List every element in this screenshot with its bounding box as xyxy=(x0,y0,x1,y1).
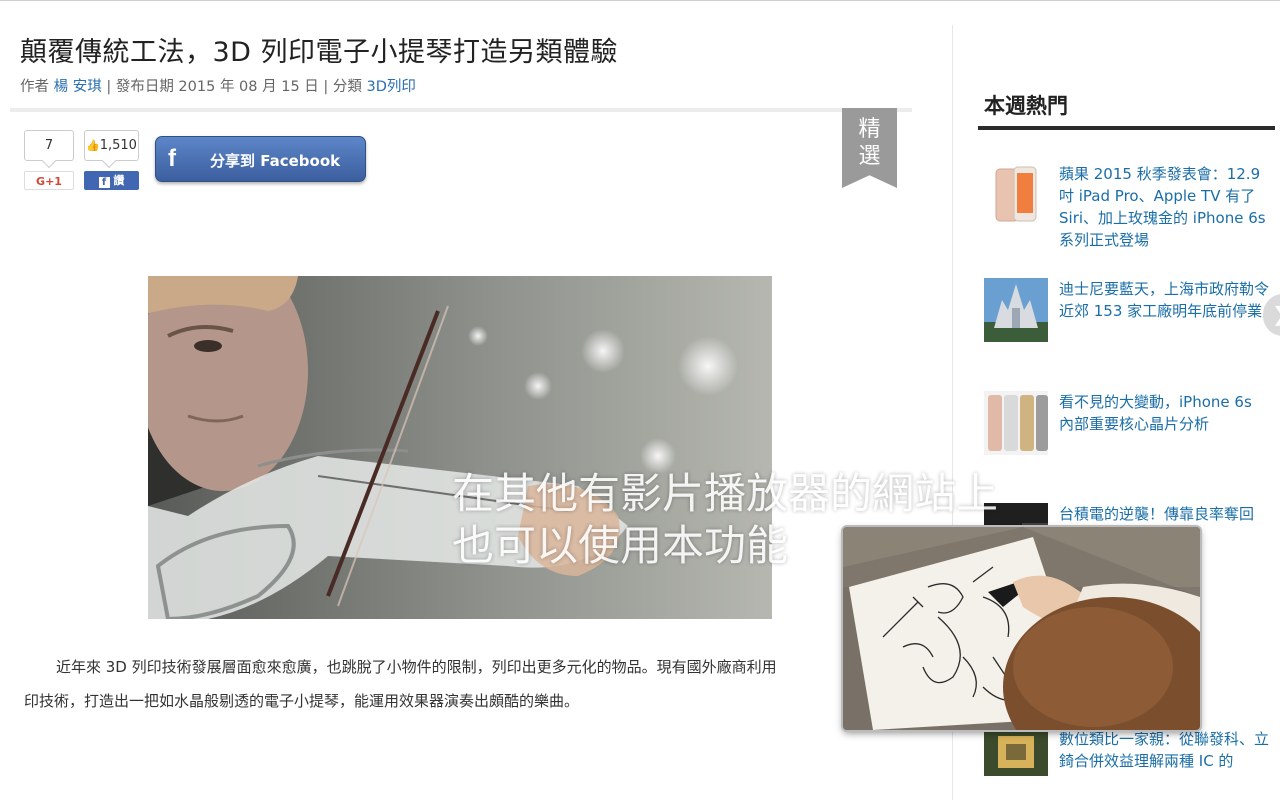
chevron-right-icon: ❯ xyxy=(1272,302,1280,326)
popular-thumbnail[interactable] xyxy=(984,728,1048,776)
gplus-button[interactable]: G+1 xyxy=(24,171,74,190)
popular-item-link[interactable]: 迪士尼要藍天，上海市政府勒令近郊 153 家工廠明年底前停業 xyxy=(1059,278,1271,322)
fb-like-button[interactable]: f 讚 xyxy=(84,171,139,190)
gplus-count-bubble: 7 xyxy=(24,130,74,161)
popular-thumbnail[interactable] xyxy=(984,391,1048,455)
popular-thumbnail[interactable] xyxy=(984,278,1048,342)
featured-badge: 精 選 xyxy=(842,108,897,188)
popular-item-link[interactable]: 數位類比一家親：從聯發科、立錡合併效益理解兩種 IC 的 xyxy=(1059,728,1271,776)
fb-share-label: 分享到 Facebook xyxy=(210,152,341,170)
popular-item-link[interactable]: 看不見的大變動，iPhone 6s 內部重要核心晶片分析 xyxy=(1059,391,1271,435)
thumbs-up-icon: 👍 xyxy=(86,139,100,152)
article-main: 顛覆傳統工法，3D 列印電子小提琴打造另類體驗 作者 楊 安琪 | 發布日期 2… xyxy=(0,0,930,800)
sidebar-title-rule xyxy=(978,126,1275,130)
fb-like-label: 讚 xyxy=(113,174,125,187)
article-paragraph: 印技術，打造出一把如水晶般剔透的電子小提琴，能運用效果器演奏出頗酷的樂曲。 xyxy=(24,692,580,710)
popular-thumbnail[interactable] xyxy=(984,163,1048,227)
date-text: | 發布日期 2015 年 08 月 15 日 | 分類 xyxy=(106,79,362,95)
title-divider xyxy=(10,108,912,112)
fb-share-button[interactable]: f 分享到 Facebook xyxy=(155,136,366,182)
article-title: 顛覆傳統工法，3D 列印電子小提琴打造另類體驗 xyxy=(20,37,619,68)
facebook-icon: f xyxy=(98,177,110,188)
facebook-icon: f xyxy=(168,145,176,172)
popular-item-link[interactable]: 台積電的逆襲！傳靠良率奪回 xyxy=(1059,503,1271,525)
sidebar-title: 本週熱門 xyxy=(984,94,1068,118)
caption-line: 在其他有影片播放器的網站上 xyxy=(452,469,999,518)
fb-like-count: 1,510 xyxy=(99,138,137,153)
featured-badge-char: 精 xyxy=(858,117,881,142)
featured-badge-char: 選 xyxy=(858,144,881,169)
article-meta: 作者 楊 安琪 | 發布日期 2015 年 08 月 15 日 | 分類 3D列… xyxy=(20,75,416,96)
article-paragraph: 近年來 3D 列印技術發展層面愈來愈廣，也跳脫了小物件的限制，列印出更多元化的物… xyxy=(56,658,777,676)
author-link[interactable]: 楊 安琪 xyxy=(54,79,102,95)
popular-item-link[interactable]: 蘋果 2015 秋季發表會：12.9 吋 iPad Pro、Apple TV 有… xyxy=(1059,163,1271,251)
picture-in-picture-video[interactable] xyxy=(843,527,1200,730)
category-link[interactable]: 3D列印 xyxy=(367,79,416,95)
fb-like-count-bubble: 👍1,510 xyxy=(84,130,139,161)
author-prefix: 作者 xyxy=(20,79,49,95)
